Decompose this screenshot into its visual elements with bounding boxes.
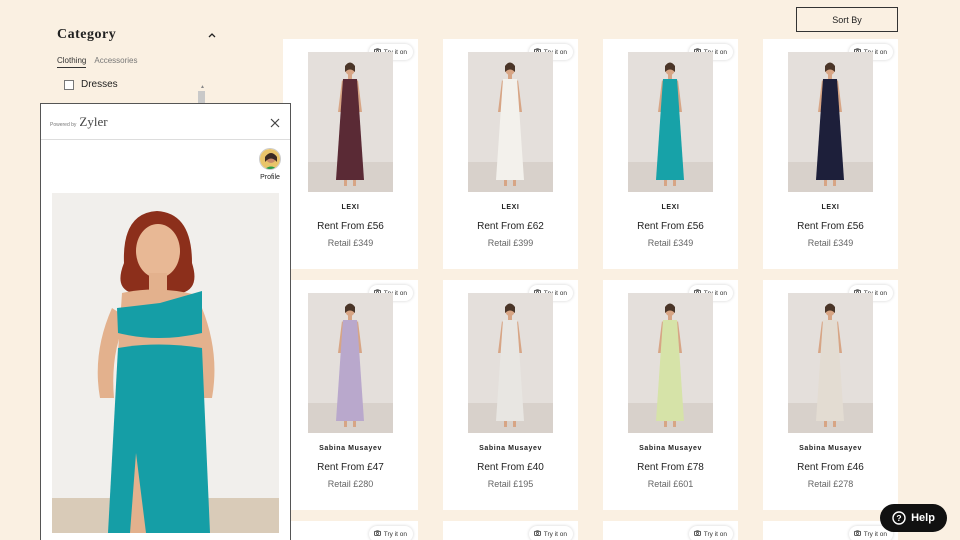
product-rent-price: Rent From £62 (477, 221, 544, 232)
scroll-up-icon[interactable]: ▲ (200, 84, 205, 90)
product-image[interactable] (308, 293, 393, 433)
category-tabs: Clothing Accessories (57, 56, 217, 68)
product-card[interactable]: Try it on Sabina Musayev Rent From £40 Reta… (443, 280, 578, 510)
product-card[interactable]: Try it on (443, 521, 578, 540)
try-it-on-button[interactable]: Try it on (528, 526, 573, 540)
product-brand[interactable]: LEXI (763, 204, 898, 211)
product-image[interactable] (628, 52, 713, 192)
try-it-on-label: Try it on (863, 530, 887, 538)
product-image[interactable] (628, 293, 713, 433)
filter-label: Dresses (81, 79, 118, 90)
help-icon: ? (892, 511, 906, 525)
profile-label: Profile (260, 174, 280, 181)
try-it-on-button[interactable]: Try it on (688, 526, 733, 540)
product-image[interactable] (468, 52, 553, 192)
tryon-preview-image (52, 193, 279, 533)
chevron-up-icon[interactable] (207, 30, 217, 40)
close-icon[interactable] (269, 116, 281, 128)
product-brand[interactable]: Sabina Musayev (443, 445, 578, 452)
product-brand[interactable]: LEXI (603, 204, 738, 211)
try-it-on-label: Try it on (383, 530, 407, 538)
powered-by-label: Powered by (50, 121, 77, 128)
product-rent-price: Rent From £40 (477, 462, 544, 473)
product-retail-price: Retail £278 (807, 479, 854, 489)
try-it-on-button[interactable]: Try it on (368, 526, 413, 540)
product-brand[interactable]: LEXI (443, 204, 578, 211)
product-brand[interactable]: Sabina Musayev (603, 445, 738, 452)
tab-accessories[interactable]: Accessories (94, 56, 137, 68)
product-card[interactable]: Try it on LEXI Rent From £56 Retail £349 (283, 39, 418, 269)
zyler-header: Powered by Zyler (41, 104, 290, 140)
product-rent-price: Rent From £56 (797, 221, 864, 232)
product-retail-price: Retail £349 (647, 238, 694, 248)
product-image[interactable] (788, 293, 873, 433)
product-card[interactable]: Try it on LEXI Rent From £56 Retail £349 (603, 39, 738, 269)
product-card[interactable]: Try it on LEXI Rent From £62 Retail £399 (443, 39, 578, 269)
category-title: Category (57, 27, 117, 42)
avatar (259, 148, 281, 170)
product-card[interactable]: Try it on LEXI Rent From £56 Retail £349 (763, 39, 898, 269)
product-image[interactable] (308, 52, 393, 192)
product-image[interactable] (468, 293, 553, 433)
product-rent-price: Rent From £78 (637, 462, 704, 473)
product-retail-price: Retail £601 (647, 479, 694, 489)
product-retail-price: Retail £349 (807, 238, 854, 248)
zyler-name: Zyler (79, 113, 108, 129)
camera-icon (693, 530, 701, 538)
product-grid: Try it on LEXI Rent From £56 Retail £349 Try… (283, 39, 898, 540)
product-card[interactable]: Try it on Sabina Musayev Rent From £46 Reta… (763, 280, 898, 510)
product-brand[interactable]: Sabina Musayev (763, 445, 898, 452)
product-retail-price: Retail £280 (327, 479, 374, 489)
category-header[interactable]: Category (57, 24, 217, 46)
category-filter-panel: Category Clothing Accessories Dresses (57, 24, 217, 90)
product-card[interactable]: Try it on (603, 521, 738, 540)
product-brand[interactable]: LEXI (283, 204, 418, 211)
product-card[interactable]: Try it on Sabina Musayev Rent From £78 Reta… (603, 280, 738, 510)
tab-clothing[interactable]: Clothing (57, 56, 87, 68)
camera-icon (853, 530, 861, 538)
product-image[interactable] (788, 52, 873, 192)
product-retail-price: Retail £195 (487, 479, 534, 489)
zyler-tryon-panel: Powered by Zyler Profile (40, 103, 291, 540)
camera-icon (533, 530, 541, 538)
help-label: Help (911, 512, 935, 524)
camera-icon (373, 530, 381, 538)
dresses-checkbox[interactable] (64, 79, 74, 90)
product-rent-price: Rent From £46 (797, 462, 864, 473)
product-card[interactable]: Try it on (283, 521, 418, 540)
product-rent-price: Rent From £56 (637, 221, 704, 232)
zyler-logo: Powered by Zyler (50, 114, 108, 130)
product-brand[interactable]: Sabina Musayev (283, 445, 418, 452)
svg-text:?: ? (896, 513, 901, 523)
product-retail-price: Retail £399 (487, 238, 534, 248)
help-button[interactable]: ? Help (880, 504, 947, 532)
try-it-on-label: Try it on (703, 530, 727, 538)
sort-by-button[interactable]: Sort By (796, 7, 898, 32)
filter-dresses[interactable]: Dresses (64, 79, 217, 90)
product-retail-price: Retail £349 (327, 238, 374, 248)
try-it-on-label: Try it on (543, 530, 567, 538)
product-card[interactable]: Try it on (763, 521, 898, 540)
product-rent-price: Rent From £47 (317, 462, 384, 473)
product-card[interactable]: Try it on Sabina Musayev Rent From £47 Reta… (283, 280, 418, 510)
product-rent-price: Rent From £56 (317, 221, 384, 232)
profile-button[interactable]: Profile (259, 148, 281, 181)
